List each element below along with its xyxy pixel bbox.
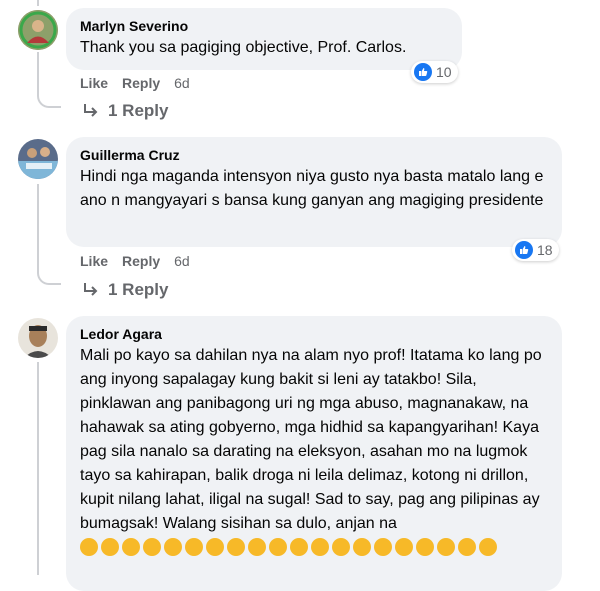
reply-button[interactable]: Reply	[122, 251, 160, 271]
view-replies-link[interactable]: 1 Reply	[82, 101, 168, 121]
emoji-row	[80, 538, 548, 558]
emoji-icon	[101, 538, 119, 556]
comment-text: Thank you sa pagiging objective, Prof. C…	[80, 39, 407, 56]
reaction-count: 18	[537, 242, 553, 258]
emoji-icon	[80, 538, 98, 556]
comment-timestamp[interactable]: 6d	[174, 73, 190, 93]
emoji-icon	[311, 538, 329, 556]
emoji-icon	[164, 538, 182, 556]
comment-author[interactable]: Marlyn Severino	[80, 16, 448, 36]
like-button[interactable]: Like	[80, 251, 108, 271]
comment-actions: Like Reply 6d	[80, 73, 190, 93]
avatar-image	[18, 139, 58, 179]
thread-line	[37, 362, 39, 575]
comment-bubble: Guillerma Cruz Hindi nga maganda intensy…	[66, 137, 562, 247]
avatar[interactable]	[18, 318, 58, 358]
emoji-icon	[185, 538, 203, 556]
emoji-icon	[332, 538, 350, 556]
like-button[interactable]: Like	[80, 73, 108, 93]
comment-author[interactable]: Guillerma Cruz	[80, 145, 548, 165]
avatar[interactable]	[18, 10, 58, 50]
avatar-image	[18, 10, 58, 50]
reply-connector	[37, 259, 61, 285]
reply-arrow-icon	[84, 283, 98, 296]
emoji-icon	[269, 538, 287, 556]
reply-connector	[37, 82, 61, 108]
reply-arrow-icon	[84, 104, 98, 117]
thread-line	[37, 184, 39, 260]
emoji-icon	[227, 538, 245, 556]
reaction-summary[interactable]: 10	[411, 61, 458, 83]
avatar-image	[18, 318, 58, 358]
emoji-icon	[437, 538, 455, 556]
thread-line	[37, 0, 39, 6]
comment-timestamp[interactable]: 6d	[174, 251, 190, 271]
reaction-summary[interactable]: 18	[512, 239, 559, 261]
emoji-icon	[458, 538, 476, 556]
emoji-icon	[374, 538, 392, 556]
emoji-icon	[143, 538, 161, 556]
comment-actions: Like Reply 6d	[80, 251, 190, 271]
comment-author[interactable]: Ledor Agara	[80, 324, 548, 344]
view-replies-link[interactable]: 1 Reply	[82, 280, 168, 300]
emoji-icon	[290, 538, 308, 556]
reply-button[interactable]: Reply	[122, 73, 160, 93]
comment-bubble: Ledor Agara Mali po kayo sa dahilan nya …	[66, 316, 562, 591]
reaction-count: 10	[436, 64, 452, 80]
emoji-icon	[479, 538, 497, 556]
like-icon	[414, 63, 432, 81]
emoji-icon	[206, 538, 224, 556]
replies-count-label: 1 Reply	[108, 280, 169, 299]
like-icon	[515, 241, 533, 259]
thread-line	[37, 52, 39, 84]
emoji-icon	[248, 538, 266, 556]
avatar[interactable]	[18, 139, 58, 179]
comment-bubble: Marlyn Severino Thank you sa pagiging ob…	[66, 8, 462, 70]
comment-text: Mali po kayo sa dahilan nya na alam nyo …	[80, 347, 542, 532]
emoji-icon	[122, 538, 140, 556]
emoji-icon	[416, 538, 434, 556]
emoji-icon	[395, 538, 413, 556]
comment-text: Hindi nga maganda intensyon niya gusto n…	[80, 168, 544, 209]
replies-count-label: 1 Reply	[108, 101, 169, 120]
emoji-icon	[353, 538, 371, 556]
